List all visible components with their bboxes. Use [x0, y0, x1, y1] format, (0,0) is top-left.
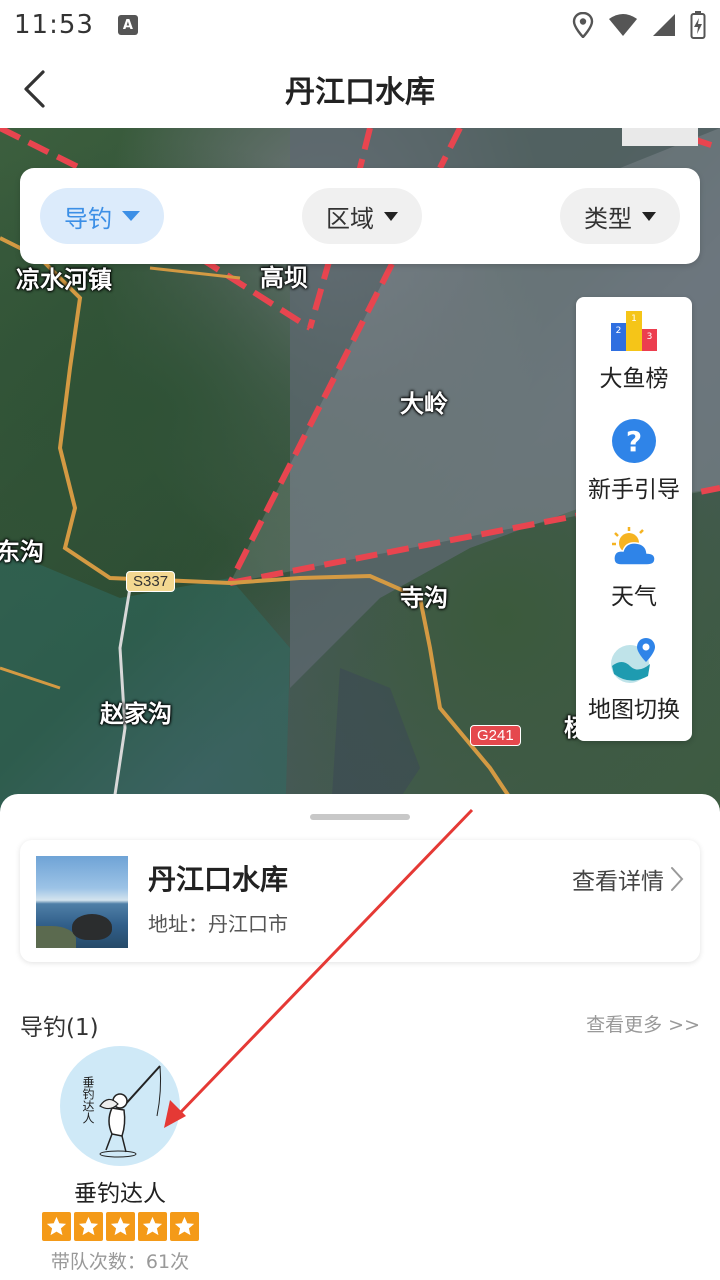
page-title: 丹江口水库 [285, 75, 435, 110]
tool-beginner-guide[interactable]: ? 新手引导 [576, 414, 692, 523]
chevron-left-icon [24, 70, 45, 108]
tool-map-switch-label: 地图切换 [588, 697, 680, 723]
filter-guide-label: 导钓 [64, 204, 112, 233]
signal-icon [653, 14, 675, 36]
a-icon: A [117, 15, 138, 35]
dropdown-arrow-icon [384, 211, 398, 221]
star-icon [169, 1212, 199, 1241]
side-toolbar: 1 2 3 大鱼榜 ? 新手引导 天气 地图切换 [576, 297, 692, 741]
filter-type-button[interactable]: 类型 [560, 188, 680, 244]
guide-rating [41, 1212, 199, 1241]
road-badge-g241: G241 [470, 725, 521, 746]
bottom-sheet: 丹江口水库 地址：丹江口市 查看详情 导钓(1) 查看更多 >> 垂钓达人 垂钓… [0, 794, 720, 1280]
map-switch-icon [611, 638, 655, 683]
svg-text:3: 3 [647, 332, 653, 342]
tool-big-fish-ranking[interactable]: 1 2 3 大鱼榜 [576, 305, 692, 414]
filter-type-label: 类型 [584, 204, 632, 233]
view-details-link[interactable]: 查看详情 [572, 862, 684, 896]
road-badge-s337: S337 [126, 571, 176, 592]
star-icon [41, 1212, 71, 1241]
filter-region-button[interactable]: 区域 [302, 188, 422, 244]
chevron-right-icon [671, 867, 684, 891]
map-label-sigou: 寺沟 [400, 584, 448, 612]
tool-weather[interactable]: 天气 [576, 523, 692, 632]
spot-thumbnail [36, 856, 128, 948]
star-icon [73, 1212, 103, 1241]
map-label-zhaojiagou: 赵家沟 [100, 700, 172, 728]
status-icons [572, 11, 706, 39]
guide-name: 垂钓达人 [74, 1181, 166, 1207]
back-button[interactable] [14, 66, 54, 112]
dropdown-arrow-icon [642, 211, 656, 221]
guide-avatar-art: 垂钓达人 [81, 1065, 162, 1158]
map-label-daling: 大岭 [400, 390, 448, 418]
guide-avatar: 垂钓达人 [60, 1046, 180, 1166]
battery-charging-icon [690, 11, 706, 39]
filter-region-label: 区域 [326, 204, 374, 233]
podium-icon: 1 2 3 [611, 311, 657, 351]
filter-guide-button[interactable]: 导钓 [40, 188, 164, 244]
spot-card[interactable]: 丹江口水库 地址：丹江口市 查看详情 [20, 840, 700, 962]
spot-address: 地址：丹江口市 [148, 912, 288, 936]
weather-icon [612, 527, 656, 566]
svg-text:2: 2 [616, 326, 622, 336]
svg-text:1: 1 [631, 314, 637, 324]
view-details-label: 查看详情 [572, 869, 664, 895]
wifi-icon [609, 14, 637, 36]
map-label-donggou: 东沟 [0, 538, 44, 566]
help-icon: ? [612, 419, 656, 463]
svg-text:?: ? [626, 425, 642, 458]
filter-bar: 导钓 区域 类型 [20, 168, 700, 264]
app-bar: 丹江口水库 [0, 50, 720, 128]
guide-item[interactable]: 垂钓达人 垂钓达人 带队次数：61次 [38, 1046, 202, 1274]
guides-more-link[interactable]: 查看更多 >> [586, 1010, 700, 1037]
status-bar: 11:53 A [0, 0, 720, 50]
status-time: 11:53 [14, 10, 94, 40]
tool-map-switch[interactable]: 地图切换 [576, 632, 692, 741]
tool-big-fish-ranking-label: 大鱼榜 [599, 366, 669, 392]
tool-weather-label: 天气 [611, 584, 657, 610]
location-icon [572, 12, 594, 38]
sheet-drag-handle[interactable] [310, 814, 410, 820]
map-label-liangshuihe: 凉水河镇 [16, 266, 112, 294]
spot-name: 丹江口水库 [148, 863, 289, 896]
dropdown-arrow-icon [122, 211, 140, 221]
guides-header: 导钓(1) [20, 1015, 99, 1041]
tool-beginner-guide-label: 新手引导 [588, 477, 680, 503]
star-icon [105, 1212, 135, 1241]
avatar-signature: 垂钓达人 [81, 1076, 95, 1124]
guide-team-count: 带队次数：61次 [50, 1251, 190, 1273]
star-icon [137, 1212, 167, 1241]
